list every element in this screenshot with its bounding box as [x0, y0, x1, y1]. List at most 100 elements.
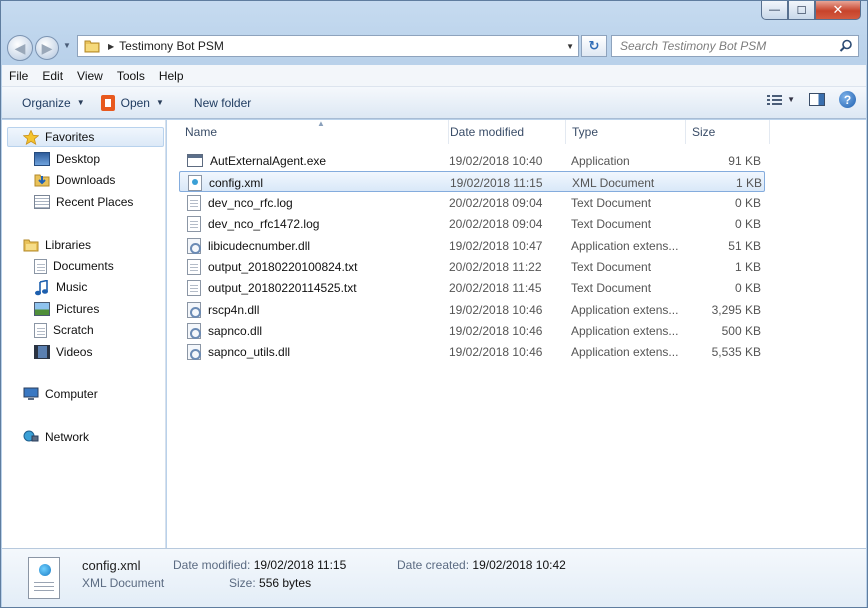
nav-libraries[interactable]: Libraries	[23, 235, 91, 255]
libraries-icon	[23, 238, 39, 252]
search-input[interactable]	[620, 39, 830, 53]
nav-pictures[interactable]: Pictures	[34, 299, 99, 319]
videos-icon	[34, 345, 50, 359]
preview-pane-icon[interactable]	[809, 93, 825, 106]
file-row[interactable]: output_20180220100824.txt 20/02/2018 11:2…	[179, 257, 765, 278]
menu-view[interactable]: View	[70, 69, 110, 83]
breadcrumb-separator-icon[interactable]: ▶	[108, 42, 114, 51]
new-folder-button[interactable]: New folder	[186, 91, 259, 115]
office-icon	[100, 94, 115, 111]
details-size: Size: 556 bytes	[229, 576, 312, 590]
forward-button[interactable]: ▶	[35, 36, 59, 60]
text-file-icon	[187, 216, 201, 233]
recent-pages-dropdown-icon[interactable]: ▼	[63, 41, 71, 50]
computer-icon	[23, 387, 39, 401]
open-button[interactable]: Open ▼	[93, 91, 172, 115]
nav-favorites-label: Favorites	[45, 130, 95, 144]
column-header-date[interactable]: Date modified	[444, 120, 566, 144]
search-icon[interactable]	[839, 39, 853, 53]
file-size: 0 KB	[734, 281, 761, 296]
column-header-name[interactable]: Name ▲	[179, 119, 449, 144]
nav-network[interactable]: Network	[23, 427, 89, 447]
file-row[interactable]: AutExternalAgent.exe 19/02/2018 10:40 Appl…	[179, 150, 765, 171]
file-type: Text Document	[571, 260, 652, 274]
file-row[interactable]: dev_nco_rfc.log 20/02/2018 09:04 Text Docu…	[179, 193, 765, 214]
refresh-button[interactable]: ↻	[581, 35, 607, 57]
change-view-button[interactable]: ▼	[767, 94, 795, 106]
file-name-cell: libicudecnumber.dll	[187, 235, 310, 256]
back-button[interactable]: ◀	[7, 35, 33, 61]
file-row[interactable]: sapnco_utils.dll 19/02/2018 10:46 Applicat…	[179, 342, 765, 363]
recent-places-icon	[34, 195, 50, 209]
file-row[interactable]: config.xml 19/02/2018 11:15 XML Document 1 …	[179, 171, 765, 193]
column-header-size[interactable]: Size	[686, 120, 770, 144]
file-type: Text Document	[571, 196, 652, 211]
nav-videos-label: Videos	[56, 345, 93, 359]
menu-edit[interactable]: Edit	[35, 69, 70, 83]
desktop-icon	[34, 152, 50, 166]
address-dropdown-icon[interactable]: ▼	[566, 42, 574, 51]
file-row[interactable]: libicudecnumber.dll 19/02/2018 10:47 Appli…	[179, 235, 765, 256]
nav-music[interactable]: Music	[34, 277, 87, 297]
file-name: config.xml	[209, 175, 264, 190]
nav-scratch[interactable]: Scratch	[34, 320, 94, 340]
file-name-cell: config.xml	[188, 172, 263, 193]
details-view-icon	[767, 94, 783, 105]
breadcrumb-folder[interactable]: Testimony Bot PSM	[119, 39, 224, 53]
nav-music-label: Music	[56, 280, 88, 294]
file-size: 1 KB	[734, 260, 761, 274]
file-name: rscp4n.dll	[208, 302, 260, 317]
file-type: XML Document	[572, 175, 655, 190]
file-name-cell: rscp4n.dll	[187, 299, 259, 320]
help-icon[interactable]: ?	[839, 91, 856, 108]
file-name: sapnco_utils.dll	[208, 345, 291, 360]
nav-computer[interactable]: Computer	[23, 384, 98, 404]
nav-favorites[interactable]: Favorites	[7, 127, 164, 147]
search-box	[611, 35, 859, 57]
file-row[interactable]: dev_nco_rfc1472.log 20/02/2018 09:04 Text …	[179, 214, 765, 235]
nav-desktop[interactable]: Desktop	[34, 149, 100, 169]
nav-downloads[interactable]: Downloads	[34, 170, 115, 190]
file-row[interactable]: rscp4n.dll 19/02/2018 10:46 Application ex…	[179, 299, 765, 320]
column-type-label: Type	[572, 125, 599, 139]
menu-help[interactable]: Help	[152, 69, 191, 83]
address-row: ◀ ▶ ▼ ▶ Testimony Bot PSM ▼ ↻	[5, 33, 861, 61]
file-date-modified: 19/02/2018 10:46	[449, 345, 543, 360]
pictures-icon	[34, 302, 50, 316]
organize-button[interactable]: Organize ▼	[14, 91, 93, 115]
back-arrow-icon: ◀	[14, 39, 26, 56]
file-size: 1 KB	[735, 175, 762, 190]
column-header-type[interactable]: Type	[566, 120, 686, 144]
xml-file-icon	[188, 174, 202, 191]
nav-desktop-label: Desktop	[56, 152, 101, 166]
file-date-modified: 19/02/2018 10:40	[449, 153, 543, 168]
menu-file[interactable]: File	[2, 69, 35, 83]
caption-buttons: — ☐ ✕	[761, 1, 861, 20]
menu-tools[interactable]: Tools	[110, 69, 152, 83]
nav-downloads-label: Downloads	[56, 173, 116, 187]
file-row[interactable]: sapnco.dll 19/02/2018 10:46 Application ex…	[179, 320, 765, 341]
maximize-button[interactable]: ☐	[788, 1, 815, 20]
exe-icon	[187, 154, 203, 167]
scratch-library-icon	[34, 322, 47, 338]
new-folder-label: New folder	[193, 95, 252, 110]
nav-network-label: Network	[45, 430, 90, 444]
sort-ascending-icon: ▲	[317, 119, 325, 128]
open-label: Open	[120, 95, 150, 110]
nav-documents[interactable]: Documents	[34, 256, 114, 276]
file-name: dev_nco_rfc.log	[208, 196, 293, 211]
close-button[interactable]: ✕	[815, 1, 861, 20]
file-name-cell: dev_nco_rfc.log	[187, 193, 293, 214]
file-row[interactable]: output_20180220114525.txt 20/02/2018 11:4…	[179, 278, 765, 299]
details-file-type: XML Document	[82, 576, 165, 590]
file-size: 51 KB	[728, 238, 761, 253]
dll-file-icon	[187, 237, 201, 254]
nav-videos[interactable]: Videos	[34, 342, 92, 362]
address-bar[interactable]: ▶ Testimony Bot PSM ▼	[77, 35, 579, 57]
menu-bar: File Edit View Tools Help	[2, 65, 866, 87]
file-name: output_20180220100824.txt	[208, 260, 358, 274]
nav-recent-places[interactable]: Recent Places	[34, 192, 133, 212]
file-size: 5,535 KB	[711, 345, 761, 360]
minimize-button[interactable]: —	[761, 1, 788, 20]
network-icon	[23, 430, 39, 444]
